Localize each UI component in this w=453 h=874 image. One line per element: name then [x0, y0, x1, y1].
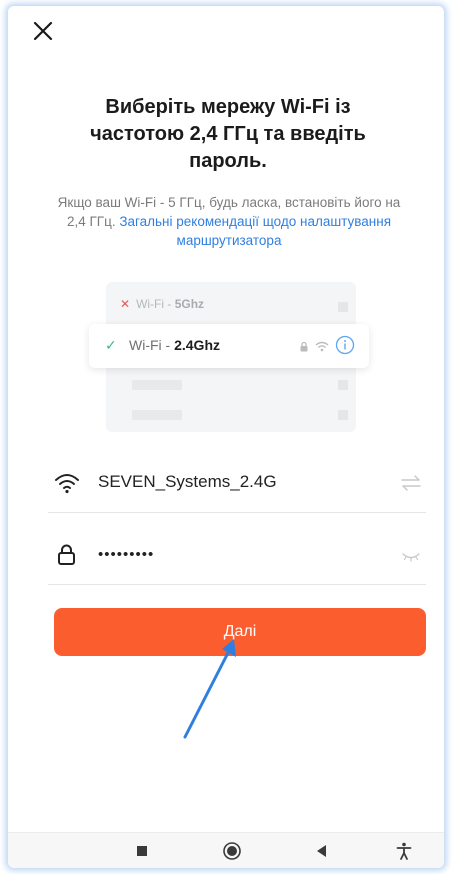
router-guide-link[interactable]: Загальні рекомендації щодо налаштування …	[119, 214, 391, 248]
home-icon[interactable]	[222, 841, 242, 861]
small-lock-icon	[299, 339, 309, 357]
cross-icon: ✕	[120, 297, 131, 311]
wifi-5ghz-row: ✕ Wi-Fi - 5Ghz	[120, 297, 204, 311]
wifi-5ghz-band: 5Ghz	[174, 297, 205, 311]
wifi-network-name: SEVEN_Systems_2.4G	[98, 472, 277, 491]
wifi-2-4ghz-prefix: Wi-Fi -	[129, 337, 175, 353]
system-nav-bar	[8, 832, 444, 868]
wifi-2-4ghz-card: ✓ Wi-Fi - 2.4Ghz	[89, 324, 369, 368]
wifi-2-4ghz-band: 2.4Ghz	[174, 337, 220, 353]
wifi-2-4ghz-label: Wi-Fi - 2.4Ghz	[129, 337, 220, 353]
placeholder-bar	[132, 410, 182, 420]
card-icons	[299, 335, 355, 360]
check-icon: ✓	[105, 337, 117, 353]
page-title: Виберіть мережу Wi-Fi із частотою 2,4 ГГ…	[90, 96, 366, 172]
wifi-network-field[interactable]: SEVEN_Systems_2.4G	[48, 454, 426, 513]
password-value: •••••••••	[98, 546, 155, 563]
next-button[interactable]: Далі	[54, 608, 426, 656]
placeholder-bar	[132, 380, 182, 390]
recent-apps-icon[interactable]	[132, 841, 152, 861]
eye-closed-icon[interactable]	[400, 546, 422, 564]
back-icon[interactable]	[312, 841, 332, 861]
wifi-5ghz-prefix: Wi-Fi -	[136, 297, 175, 311]
switch-network-icon[interactable]	[400, 474, 422, 492]
placeholder-square	[338, 380, 348, 390]
placeholder-square	[338, 302, 348, 312]
close-icon[interactable]	[32, 20, 54, 42]
accessibility-icon[interactable]	[394, 841, 414, 861]
lock-icon	[54, 543, 80, 567]
phone-screen: Виберіть мережу Wi-Fi із частотою 2,4 ГГ…	[8, 6, 444, 868]
placeholder-square	[338, 410, 348, 420]
password-field[interactable]: •••••••••	[48, 526, 426, 585]
small-wifi-icon	[315, 339, 329, 357]
info-icon	[335, 335, 355, 360]
wifi-icon	[54, 471, 80, 495]
page-subtitle: Якщо ваш Wi-Fi - 5 ГГц, будь ласка, вста…	[52, 193, 406, 250]
